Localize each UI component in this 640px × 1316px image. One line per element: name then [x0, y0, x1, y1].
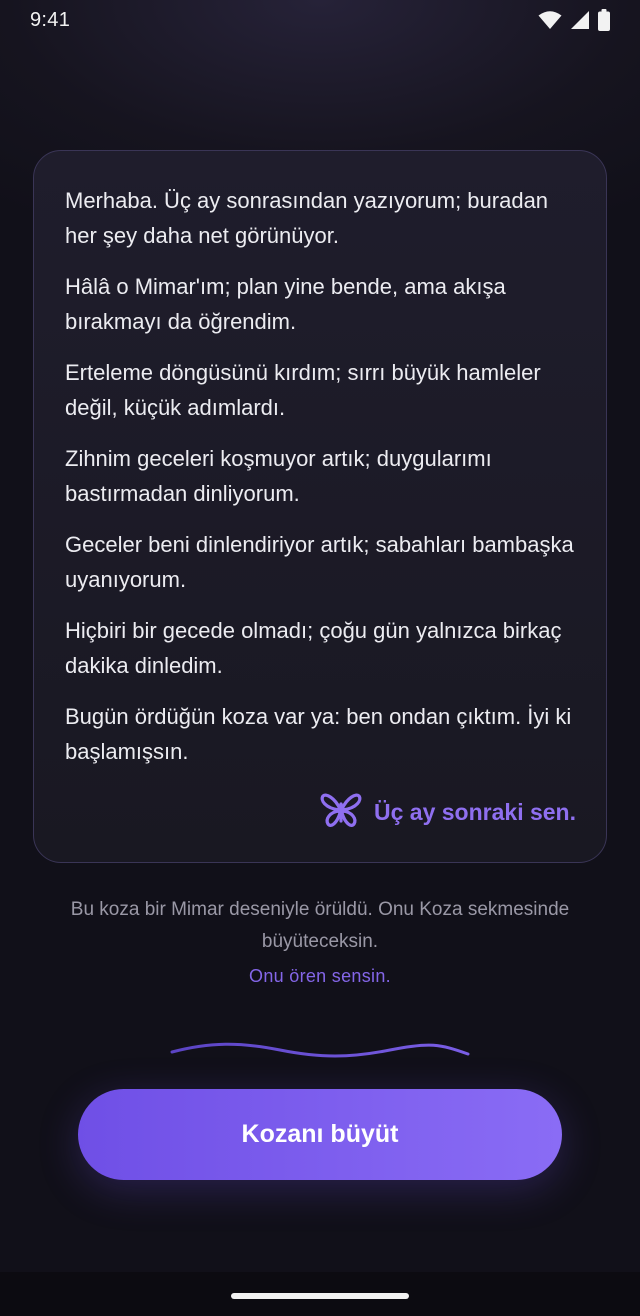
caption-text: Bu koza bir Mimar deseniyle örüldü. Onu … [70, 899, 570, 952]
wifi-icon [538, 10, 562, 30]
letter-paragraph: Bugün ördüğün koza var ya: ben ondan çık… [65, 704, 572, 764]
letter-paragraph: Hiçbiri bir gecede olmadı; çoğu gün yaln… [65, 618, 562, 678]
battery-icon [598, 9, 610, 31]
letter-paragraph: Zihnim geceleri koşmuyor artık; duygular… [65, 446, 492, 506]
status-icons [538, 9, 610, 31]
home-indicator[interactable] [231, 1293, 409, 1299]
letter-paragraph: Erteleme döngüsünü kırdım; sırrı büyük h… [65, 360, 541, 420]
letter-paragraph: Hâlâ o Mimar'ım; plan yine bende, ama ak… [65, 274, 506, 334]
butterfly-icon [320, 791, 362, 834]
cell-signal-icon [570, 10, 590, 30]
letter-card: Merhaba. Üç ay sonrasından yazıyorum; bu… [33, 150, 607, 863]
status-time: 9:41 [30, 8, 71, 31]
letter-signature: Üç ay sonraki sen. [320, 791, 576, 834]
wave-divider [170, 1040, 470, 1069]
signature-text: Üç ay sonraki sen. [374, 799, 576, 825]
status-bar: 9:41 [0, 0, 640, 40]
letter-paragraph: Merhaba. Üç ay sonrasından yazıyorum; bu… [65, 188, 549, 248]
tagline-text: Onu ören sensin. [249, 966, 391, 986]
letter-paragraph: Geceler beni dinlendiriyor artık; sabahl… [65, 532, 574, 592]
grow-cocoon-button[interactable]: Kozanı büyüt [78, 1089, 562, 1180]
